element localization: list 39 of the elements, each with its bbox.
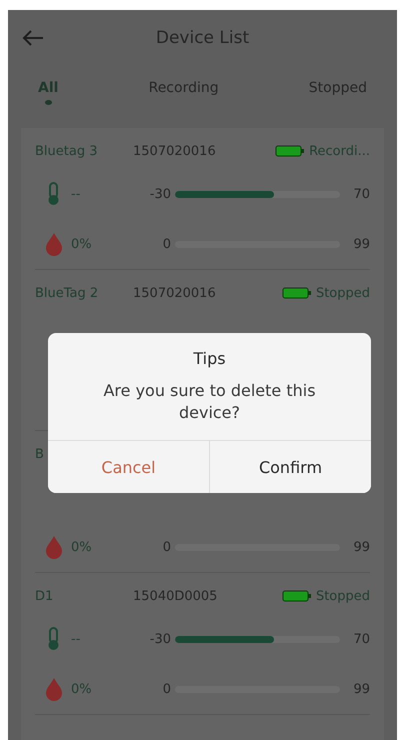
- range-min: -30: [148, 186, 171, 202]
- filter-tab[interactable]: Recording: [148, 80, 219, 128]
- battery-icon: [275, 145, 306, 157]
- dialog-title: Tips: [192, 348, 227, 370]
- reading-value: 0%: [71, 236, 93, 252]
- range-max: 99: [352, 682, 370, 696]
- back-arrow-icon[interactable]: [22, 29, 44, 47]
- reading-value: 0%: [71, 540, 93, 554]
- range-max: 70: [352, 186, 370, 202]
- device-status: Stopped: [316, 286, 370, 300]
- device-name: B: [35, 446, 45, 462]
- range-max: 99: [352, 236, 370, 252]
- dialog-message: Are you sure to delete this device?: [102, 380, 317, 424]
- reading-value: --: [71, 186, 82, 202]
- confirm-button[interactable]: Confirm: [209, 441, 371, 493]
- range-min: 0: [162, 236, 171, 252]
- device-name: BlueTag 2: [35, 286, 100, 300]
- water-drop-icon: [45, 677, 63, 701]
- battery-icon: [282, 590, 312, 602]
- device-status: Recordi...: [309, 144, 370, 158]
- device-name: Bluetag 3: [35, 144, 98, 158]
- range-min: 0: [162, 682, 171, 696]
- device-status: Stopped: [316, 588, 370, 604]
- serial-number: 1507020016: [133, 286, 217, 300]
- filter-tab[interactable]: All: [38, 80, 58, 128]
- page-title: Device List: [156, 28, 250, 48]
- filter-tab[interactable]: Stopped: [308, 80, 367, 128]
- reading-value: --: [71, 632, 82, 646]
- serial-number: 1507020016: [133, 144, 217, 158]
- device-name: D1: [35, 588, 54, 604]
- water-drop-icon: [45, 232, 63, 256]
- reading-value: 0%: [71, 682, 93, 696]
- serial-number: 15040D0005: [133, 588, 218, 604]
- battery-icon: [282, 287, 312, 299]
- range-max: 70: [352, 632, 370, 646]
- water-drop-icon: [45, 535, 63, 559]
- range-min: 0: [162, 540, 171, 554]
- range-max: 99: [352, 540, 370, 554]
- range-min: -30: [148, 632, 171, 646]
